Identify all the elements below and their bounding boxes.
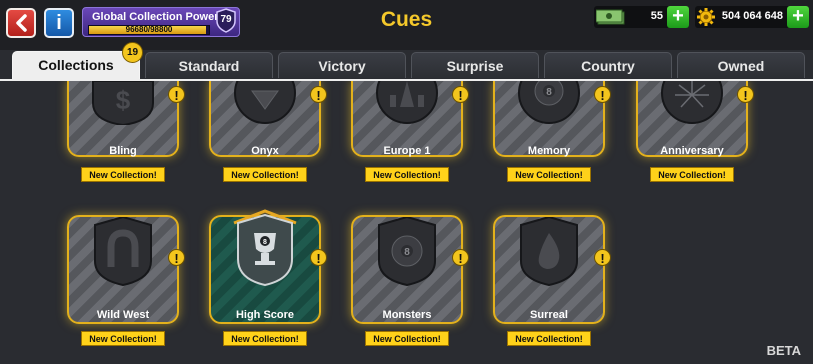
collections-count-badge: 19 (122, 42, 143, 63)
collection-card-high-score[interactable]: 8 ! High Score New Collection! (209, 209, 327, 346)
warning-icon: ! (594, 249, 611, 266)
collection-name: Wild West (96, 309, 150, 321)
firework-icon (661, 81, 723, 124)
collection-card-anniversary[interactable]: ! Anniversary New Collection! (636, 81, 754, 191)
collection-card-europe-1[interactable]: ! Europe 1 New Collection! (351, 81, 469, 191)
warning-icon: ! (737, 86, 754, 103)
drop-icon (520, 217, 578, 287)
new-collection-ribbon: New Collection! (507, 167, 591, 182)
tab-victory[interactable]: Victory (278, 52, 406, 78)
new-collection-ribbon: New Collection! (507, 331, 591, 346)
tab-collections[interactable]: Collections (12, 51, 140, 79)
collection-card-bling[interactable]: $ ! Bling New Collection! (67, 81, 185, 191)
new-collection-ribbon: New Collection! (365, 331, 449, 346)
collection-name: High Score (235, 309, 295, 321)
gem-icon (234, 81, 296, 124)
collection-card-wild-west[interactable]: ! Wild West New Collection! (67, 215, 185, 346)
warning-icon: ! (168, 249, 185, 266)
trophy-icon: 8 (233, 209, 297, 287)
coin-amount: 504 064 648 (721, 10, 783, 22)
coin-balance: 504 064 648 + (695, 6, 809, 28)
warning-icon: ! (452, 249, 469, 266)
warning-icon: ! (168, 86, 185, 103)
horseshoe-icon (94, 217, 152, 287)
warning-icon: ! (594, 86, 611, 103)
collection-name: Memory (527, 145, 571, 157)
tab-owned[interactable]: Owned (677, 52, 805, 78)
collection-name: Anniversary (660, 145, 724, 157)
warning-icon: ! (452, 86, 469, 103)
warning-icon: ! (310, 249, 327, 266)
new-collection-ribbon: New Collection! (81, 167, 165, 182)
new-collection-ribbon: New Collection! (223, 331, 307, 346)
cash-amount: 55 (650, 10, 663, 22)
collection-name: Surreal (530, 309, 568, 321)
collection-card-monsters[interactable]: 8 ! Monsters New Collection! (351, 215, 469, 346)
landmark-icon (376, 81, 438, 124)
cash-icon (596, 9, 625, 25)
warning-icon: ! (310, 86, 327, 103)
svg-text:8: 8 (404, 247, 410, 258)
collection-name: Europe 1 (383, 145, 431, 157)
tab-standard[interactable]: Standard (145, 52, 273, 78)
collection-card-onyx[interactable]: ! Onyx New Collection! (209, 81, 327, 191)
add-coins-button[interactable]: + (787, 6, 809, 28)
eight-ball-icon: 8 (378, 217, 436, 287)
eight-ball-laurel-icon: 8 (518, 81, 580, 124)
collection-name: Onyx (251, 145, 279, 157)
page-title: Cues (380, 8, 433, 31)
collection-name: Bling (109, 145, 137, 157)
tab-surprise[interactable]: Surprise (411, 52, 539, 78)
svg-text:$: $ (116, 85, 131, 115)
cash-balance: 55 + (594, 6, 689, 28)
collection-card-surreal[interactable]: ! Surreal New Collection! (493, 215, 611, 346)
collection-card-memory[interactable]: 8 ! Memory New Collection! (493, 81, 611, 191)
svg-text:8: 8 (546, 87, 552, 98)
new-collection-ribbon: New Collection! (365, 167, 449, 182)
collection-name: Monsters (382, 309, 432, 321)
gear-coin-icon (697, 8, 715, 26)
new-collection-ribbon: New Collection! (650, 167, 734, 182)
new-collection-ribbon: New Collection! (81, 331, 165, 346)
top-bar: i Global Collection Power 96680/98800 79… (0, 0, 813, 50)
new-collection-ribbon: New Collection! (223, 167, 307, 182)
svg-text:8: 8 (263, 239, 267, 246)
tab-country[interactable]: Country (544, 52, 672, 78)
add-cash-button[interactable]: + (667, 6, 689, 28)
dollar-icon: $ (92, 81, 154, 125)
collections-grid: $ ! Bling New Collection! ! Onyx New Col… (0, 81, 813, 364)
beta-label: BETA (766, 343, 801, 358)
